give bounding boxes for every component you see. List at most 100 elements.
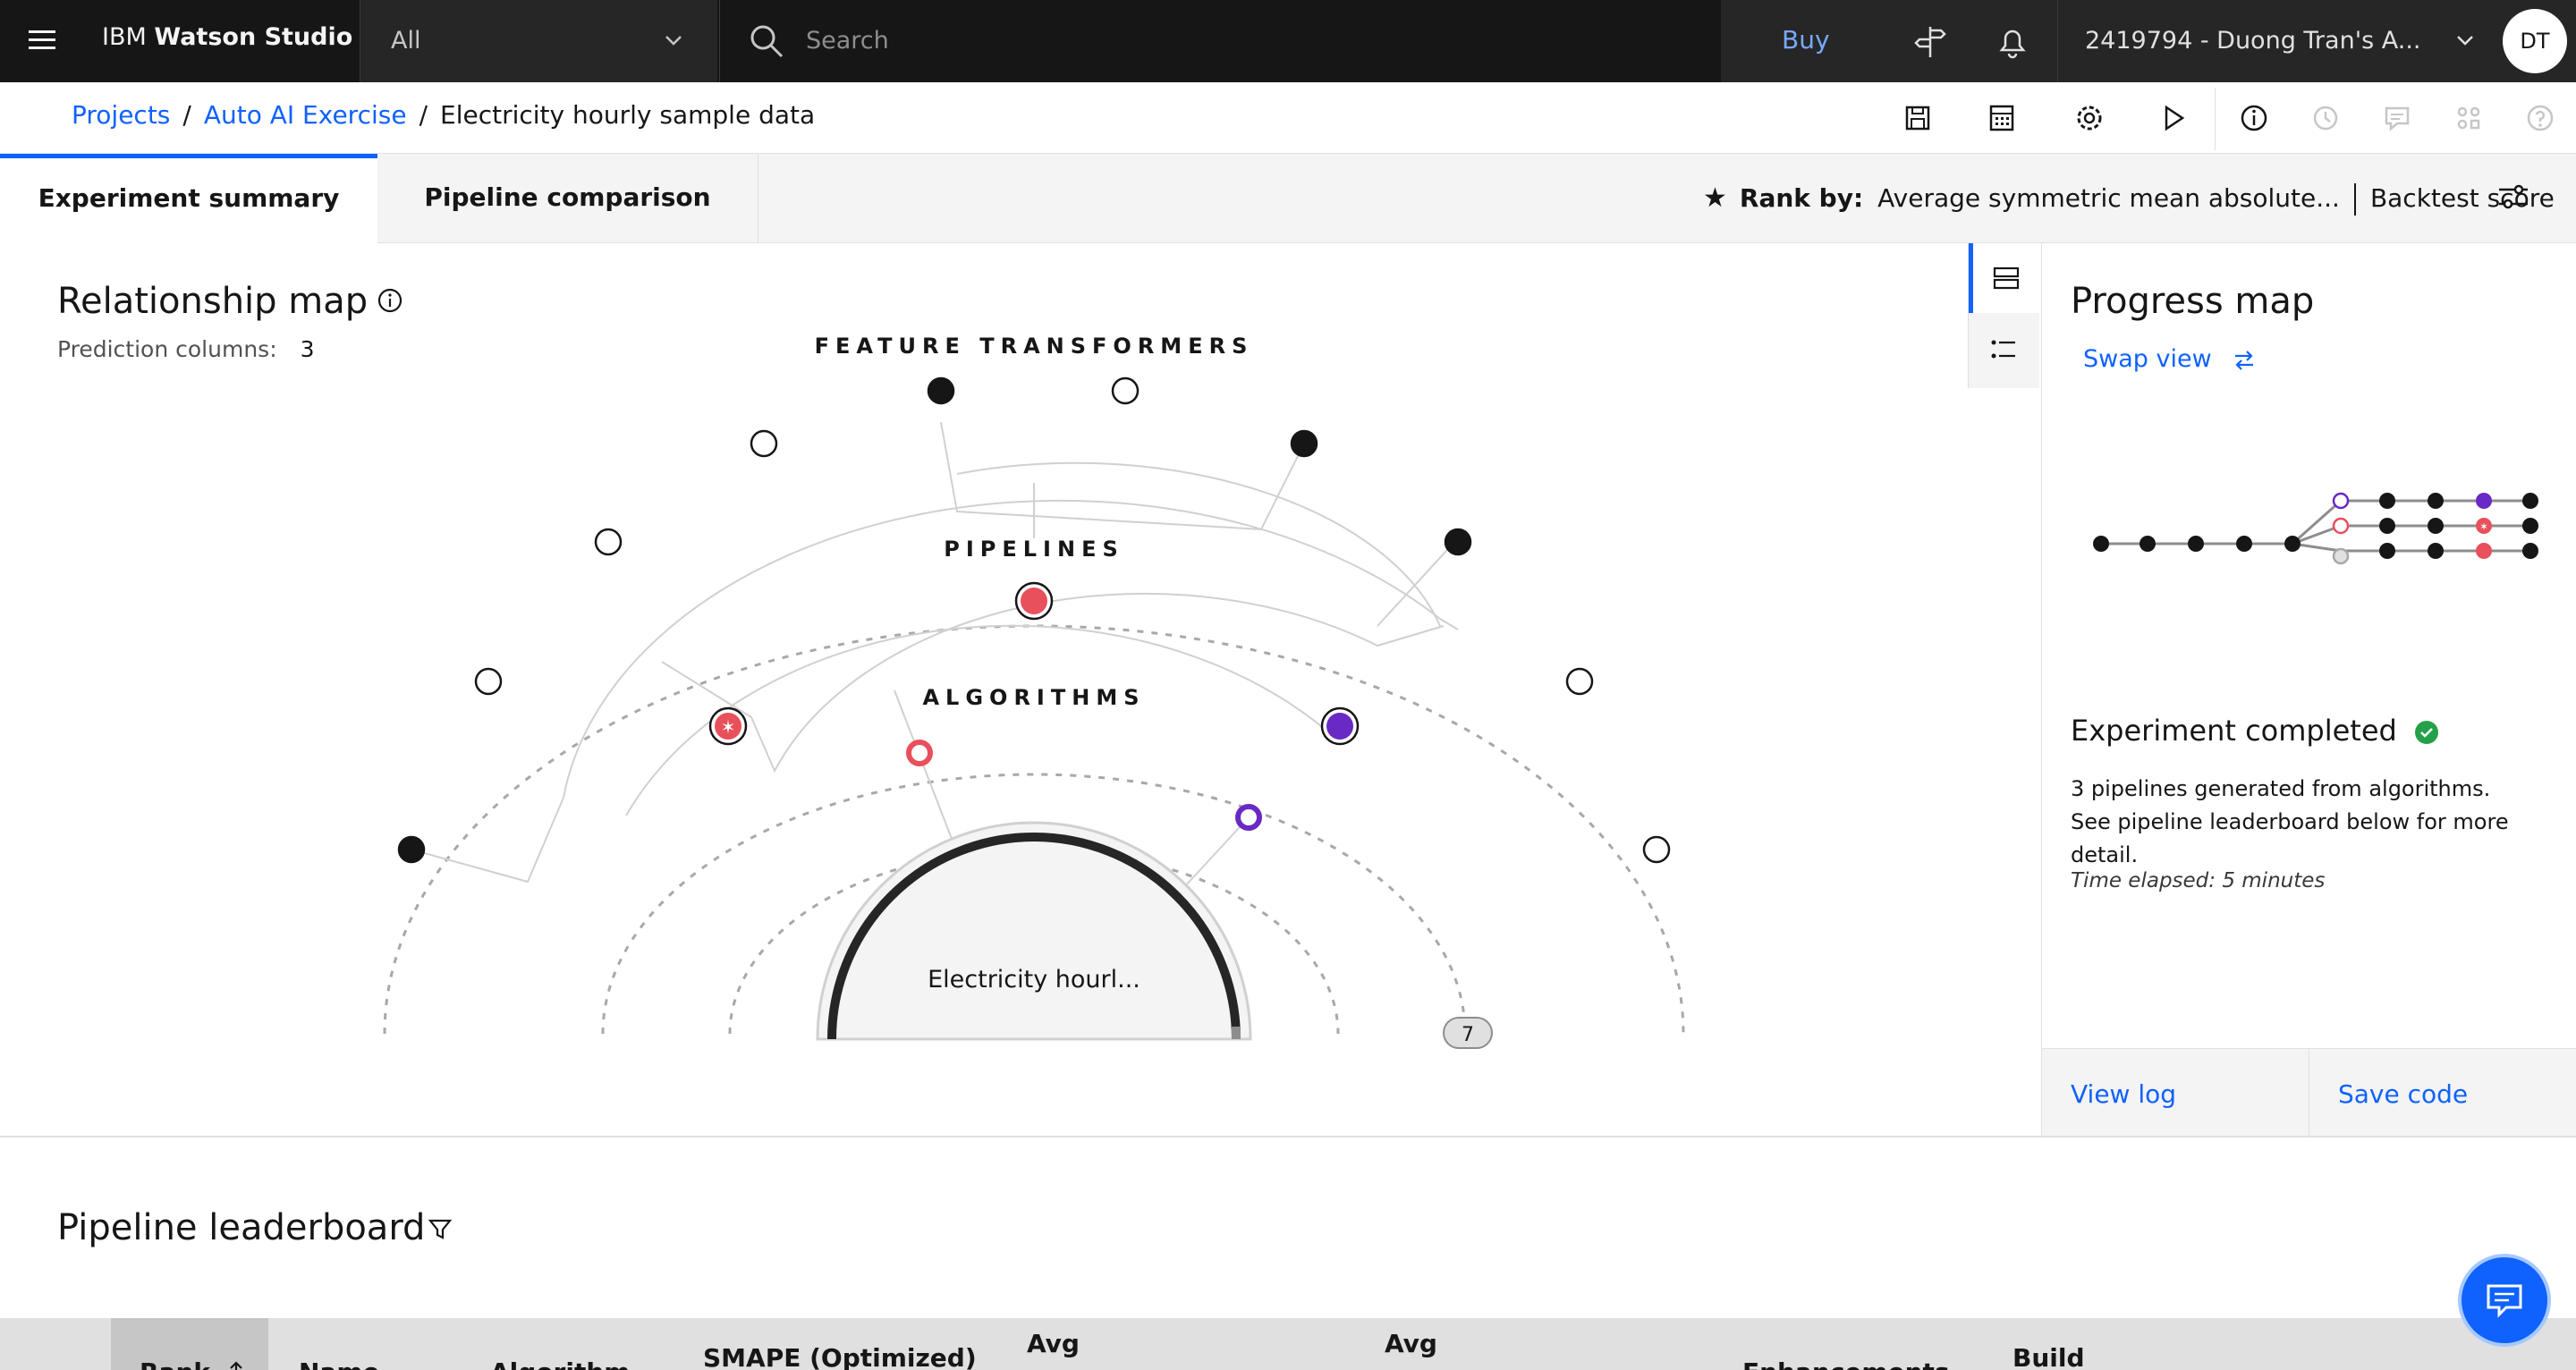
breadcrumb-current: Electricity hourly sample data [440, 100, 816, 130]
rank-by-divider [2353, 183, 2356, 216]
column-header-name[interactable]: Name [299, 1357, 380, 1370]
information-icon[interactable] [2234, 98, 2274, 138]
view-switch-list[interactable] [1969, 315, 2040, 386]
transformer-node-selected[interactable] [1444, 528, 1472, 556]
column-header-avg-1[interactable]: Avg [1027, 1329, 1080, 1358]
view-switch-map[interactable] [1969, 243, 2040, 313]
brand-prefix: IBM [102, 23, 147, 51]
relationship-map-graphic: FEATURE TRANSFORMERS PIPELINES ALGORITHM… [383, 334, 1685, 1049]
transformer-node[interactable] [594, 528, 623, 556]
transformer-node-selected[interactable] [397, 835, 426, 864]
pipelines-label: PIPELINES [944, 537, 1124, 562]
rank-by-label: Rank by: [1739, 183, 1864, 213]
notification-bell-icon[interactable] [1993, 21, 2032, 61]
dataset-node[interactable] [816, 821, 1252, 1041]
column-header-algorithm[interactable]: Algorithm [490, 1357, 630, 1370]
swap-view-link[interactable]: Swap view [2083, 345, 2257, 373]
pipeline-links [411, 421, 1459, 888]
algorithm-node[interactable] [906, 740, 933, 766]
run-icon[interactable] [2154, 98, 2193, 138]
view-switcher [1968, 243, 2040, 388]
algorithms-label: ALGORITHMS [922, 685, 1145, 710]
history-icon[interactable] [2306, 98, 2345, 138]
rank-by-selector[interactable]: ★ Rank by: Average symmetric mean absolute… [1703, 182, 2555, 216]
transformer-node[interactable] [750, 429, 778, 458]
count-badge-value: 7 [1462, 1024, 1474, 1046]
progress-map-title: Progress map [2071, 281, 2315, 322]
column-header-rank[interactable]: Rank [140, 1357, 210, 1370]
chat-launcher-button[interactable] [2462, 1257, 2547, 1343]
leaderboard-table-header: Rank Name Algorithm SMAPE (Optimized) Av… [0, 1318, 2576, 1370]
list-bulleted-icon [1991, 340, 2015, 359]
calculator-icon[interactable] [1982, 98, 2021, 138]
settings-adjust-icon[interactable] [2496, 179, 2531, 215]
comment-icon[interactable] [2377, 98, 2417, 138]
chevron-down-icon [665, 36, 682, 46]
leaderboard-title: Pipeline leaderboard [57, 1207, 426, 1248]
account-label: 2419794 - Duong Tran's A... [2085, 27, 2421, 55]
buy-link[interactable]: Buy [1782, 25, 1830, 55]
progress-end-marker [1232, 1027, 1241, 1039]
tab-pipeline-comparison[interactable]: Pipeline comparison [377, 154, 758, 243]
arrow-up-icon[interactable] [227, 1359, 245, 1370]
column-header-avg-2[interactable]: Avg [1385, 1329, 1437, 1358]
column-header-enhancements[interactable]: Enhancements [1742, 1357, 1950, 1370]
menu-icon[interactable] [27, 25, 59, 57]
breadcrumb-toolbar: Projects / Auto AI Exercise / Electricity ho… [0, 82, 2576, 154]
settings-gear-icon[interactable] [2070, 98, 2109, 138]
assets-icon[interactable] [2449, 98, 2488, 138]
relationship-map-title: Relationship map [57, 281, 369, 322]
breadcrumb: Projects / Auto AI Exercise / Electricity ho… [72, 100, 815, 130]
prediction-columns-value: 3 [300, 336, 315, 362]
pipeline-node-fill [1021, 588, 1047, 614]
relationship-map-panel: FEATURE TRANSFORMERS PIPELINES ALGORITHM… [0, 243, 2039, 1136]
filter-icon[interactable] [426, 1214, 454, 1243]
algorithm-node[interactable] [1235, 804, 1262, 831]
prediction-columns-label: Prediction columns: [57, 336, 277, 362]
transformer-node[interactable] [1111, 376, 1140, 405]
transformer-node[interactable] [474, 667, 503, 696]
dataset-label: Electricity hourl... [928, 966, 1140, 994]
brand-name: Watson Studio [154, 23, 353, 51]
search-icon [750, 25, 784, 58]
experiment-description: 3 pipelines generated from algorithms. S… [2071, 776, 2509, 867]
tabs-bar: Experiment summary Pipeline comparison ★… [0, 154, 2576, 243]
search-bar[interactable]: Search [719, 0, 1721, 82]
breadcrumb-projects[interactable]: Projects [72, 100, 170, 130]
save-icon[interactable] [1898, 98, 1937, 138]
header-actions: Buy 2419794 - Duong Tran's A... DT [1721, 0, 2576, 82]
swap-view-label: Swap view [2083, 345, 2212, 373]
information-icon[interactable] [376, 286, 404, 315]
transformer-node[interactable] [1565, 667, 1594, 696]
pipeline-node-fill [1326, 713, 1353, 740]
breadcrumb-project[interactable]: Auto AI Exercise [204, 100, 407, 130]
account-switcher[interactable]: 2419794 - Duong Tran's A... [2057, 0, 2504, 82]
scope-label: All [391, 27, 421, 55]
view-log-button[interactable]: View log [2042, 1049, 2309, 1137]
transformer-node-selected[interactable] [1290, 429, 1318, 458]
list-boxes-icon [1993, 266, 2020, 290]
product-name[interactable]: IBM Watson Studio [102, 23, 352, 51]
tab-experiment-summary[interactable]: Experiment summary [0, 154, 377, 243]
prediction-columns: Prediction columns: 3 [57, 336, 315, 362]
breadcrumb-separator: / [182, 100, 191, 130]
feature-transformers-label: FEATURE TRANSFORMERS [815, 334, 1254, 359]
toolbar-divider [2215, 88, 2216, 150]
time-elapsed: Time elapsed: 5 minutes [2071, 869, 2326, 892]
save-code-button[interactable]: Save code [2309, 1049, 2575, 1137]
signpost-icon[interactable] [1911, 21, 1950, 61]
avatar[interactable]: DT [2503, 9, 2567, 73]
chevron-down-icon [2457, 36, 2473, 46]
scope-dropdown[interactable]: All [360, 0, 717, 82]
transformer-node[interactable] [1642, 835, 1671, 864]
experiment-status: Experiment completed [2071, 714, 2439, 748]
column-header-smape[interactable]: SMAPE (Optimized) [703, 1343, 977, 1370]
rank-by-metric[interactable]: Average symmetric mean absolute... [1877, 183, 2340, 213]
search-input[interactable]: Search [806, 27, 889, 55]
checkmark-filled-icon [2415, 721, 2439, 744]
column-header-build[interactable]: Build [2012, 1343, 2085, 1370]
transformer-node-selected[interactable] [927, 376, 955, 405]
experiment-status-title: Experiment completed [2071, 714, 2397, 748]
star-icon: ★ [1703, 182, 1727, 214]
help-icon[interactable] [2521, 98, 2560, 138]
